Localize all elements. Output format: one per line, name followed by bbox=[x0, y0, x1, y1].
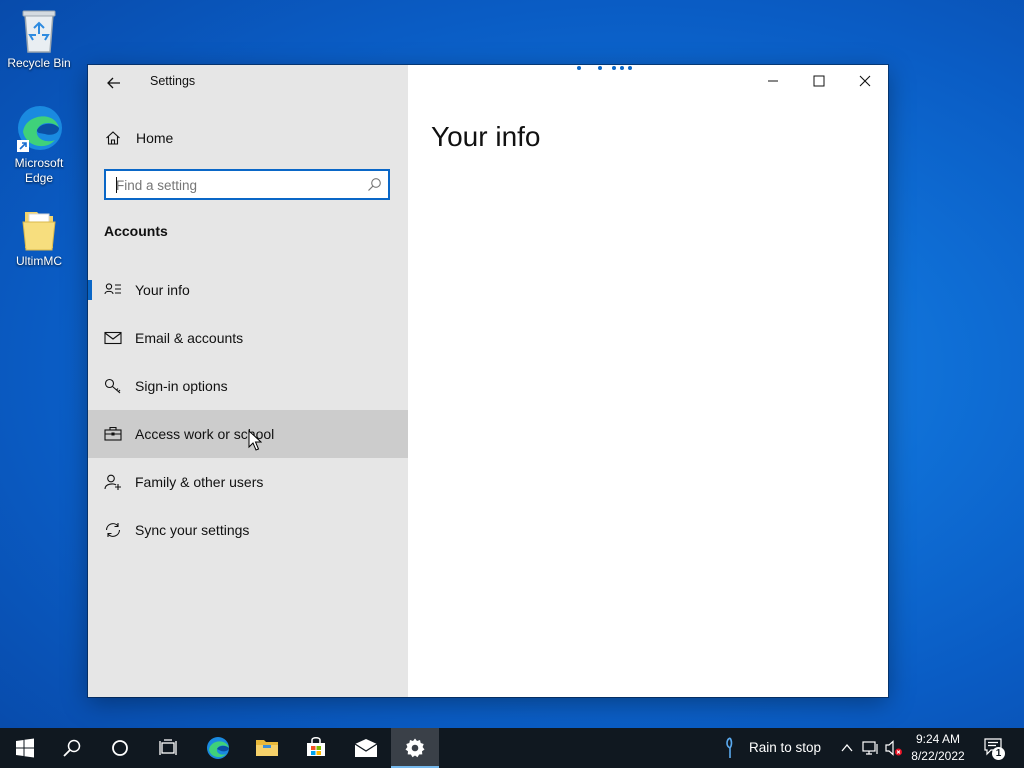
add-person-icon bbox=[104, 474, 121, 490]
nav-item-label: Family & other users bbox=[135, 474, 264, 490]
close-icon bbox=[859, 75, 871, 87]
settings-window: Settings Home Accounts bbox=[88, 65, 888, 697]
desktop-icon-ultimmc[interactable]: UltimMC bbox=[4, 206, 74, 269]
clock-date: 8/22/2022 bbox=[911, 749, 965, 763]
clock[interactable]: 9:24 AM 8/22/2022 bbox=[900, 731, 976, 765]
folder-icon bbox=[22, 212, 56, 251]
home-label: Home bbox=[136, 130, 174, 146]
mail-icon bbox=[354, 739, 378, 757]
clock-time: 9:24 AM bbox=[915, 732, 961, 746]
sidebar: Settings Home Accounts bbox=[88, 65, 408, 697]
taskbar-mail-button[interactable] bbox=[342, 728, 390, 768]
text-caret bbox=[116, 177, 117, 193]
search-box[interactable] bbox=[104, 169, 390, 200]
minimize-button[interactable] bbox=[750, 65, 796, 97]
recycle-bin-icon bbox=[22, 10, 56, 53]
home-icon bbox=[106, 131, 120, 145]
maximize-button[interactable] bbox=[796, 65, 842, 97]
nav-item-label: Sync your settings bbox=[135, 522, 250, 538]
task-view-button[interactable] bbox=[144, 728, 192, 768]
taskbar-file-explorer-button[interactable] bbox=[243, 728, 291, 768]
edge-icon bbox=[207, 737, 229, 759]
weather-text[interactable]: Rain to stop bbox=[749, 740, 821, 755]
selection-indicator bbox=[88, 280, 92, 300]
settings-icon bbox=[405, 738, 425, 758]
desktop-icon-label: UltimMC bbox=[16, 254, 62, 268]
nav-item-sign-in-options[interactable]: Sign-in options bbox=[88, 362, 408, 410]
search-input[interactable] bbox=[114, 175, 358, 196]
back-button[interactable] bbox=[102, 71, 126, 95]
section-title: Accounts bbox=[104, 223, 168, 239]
home-link[interactable]: Home bbox=[88, 121, 408, 155]
app-title: Settings bbox=[150, 74, 196, 88]
briefcase-icon bbox=[104, 426, 122, 441]
cortana-button[interactable] bbox=[96, 728, 144, 768]
nav-item-email-accounts[interactable]: Email & accounts bbox=[88, 314, 408, 362]
close-button[interactable] bbox=[842, 65, 888, 97]
network-icon[interactable] bbox=[862, 740, 878, 756]
maximize-icon bbox=[813, 75, 825, 87]
weather-umbrella-icon bbox=[726, 737, 733, 758]
nav-item-label: Sign-in options bbox=[135, 378, 228, 394]
taskbar-store-button[interactable] bbox=[292, 728, 340, 768]
sync-icon bbox=[105, 523, 121, 537]
page-title: Your info bbox=[431, 121, 541, 152]
start-icon bbox=[16, 738, 34, 758]
edge-icon bbox=[17, 106, 62, 152]
mouse-cursor-icon bbox=[248, 430, 262, 451]
nav-list: Your info Email & accounts Sign-in optio… bbox=[88, 266, 408, 554]
desktop-icon-recycle-bin[interactable]: Recycle Bin bbox=[4, 8, 74, 71]
store-icon bbox=[307, 737, 325, 756]
start-button[interactable] bbox=[0, 728, 48, 768]
nav-item-family-other-users[interactable]: Family & other users bbox=[88, 458, 408, 506]
key-icon bbox=[104, 378, 121, 394]
back-arrow-icon bbox=[107, 77, 120, 89]
nav-item-label: Your info bbox=[135, 282, 190, 298]
desktop-icon-label: Microsoft Edge bbox=[14, 156, 64, 185]
file-explorer-icon bbox=[256, 740, 278, 756]
desktop-icon-edge[interactable]: Microsoft Edge bbox=[4, 104, 74, 186]
desktop-icon-label: Recycle Bin bbox=[7, 56, 71, 70]
nav-item-your-info[interactable]: Your info bbox=[88, 266, 408, 314]
taskbar-settings-button[interactable] bbox=[391, 728, 439, 768]
taskbar: Rain to stop 9:24 AM 8/22/2022 1 bbox=[0, 728, 1024, 768]
mail-icon bbox=[104, 331, 122, 345]
nav-item-label: Email & accounts bbox=[135, 330, 244, 346]
task-view-icon bbox=[159, 739, 177, 755]
cortana-icon bbox=[112, 740, 128, 756]
nav-item-sync-settings[interactable]: Sync your settings bbox=[88, 506, 408, 554]
chevron-up-icon[interactable] bbox=[841, 743, 853, 753]
taskbar-edge-button[interactable] bbox=[194, 728, 242, 768]
person-list-icon bbox=[104, 283, 121, 295]
notification-count: 1 bbox=[992, 747, 1005, 760]
search-icon bbox=[63, 739, 81, 757]
search-icon[interactable] bbox=[367, 177, 382, 192]
action-center-button[interactable]: 1 bbox=[980, 728, 1024, 768]
loading-dots-icon bbox=[577, 66, 632, 70]
minimize-icon bbox=[768, 80, 778, 82]
taskbar-search-button[interactable] bbox=[48, 728, 96, 768]
